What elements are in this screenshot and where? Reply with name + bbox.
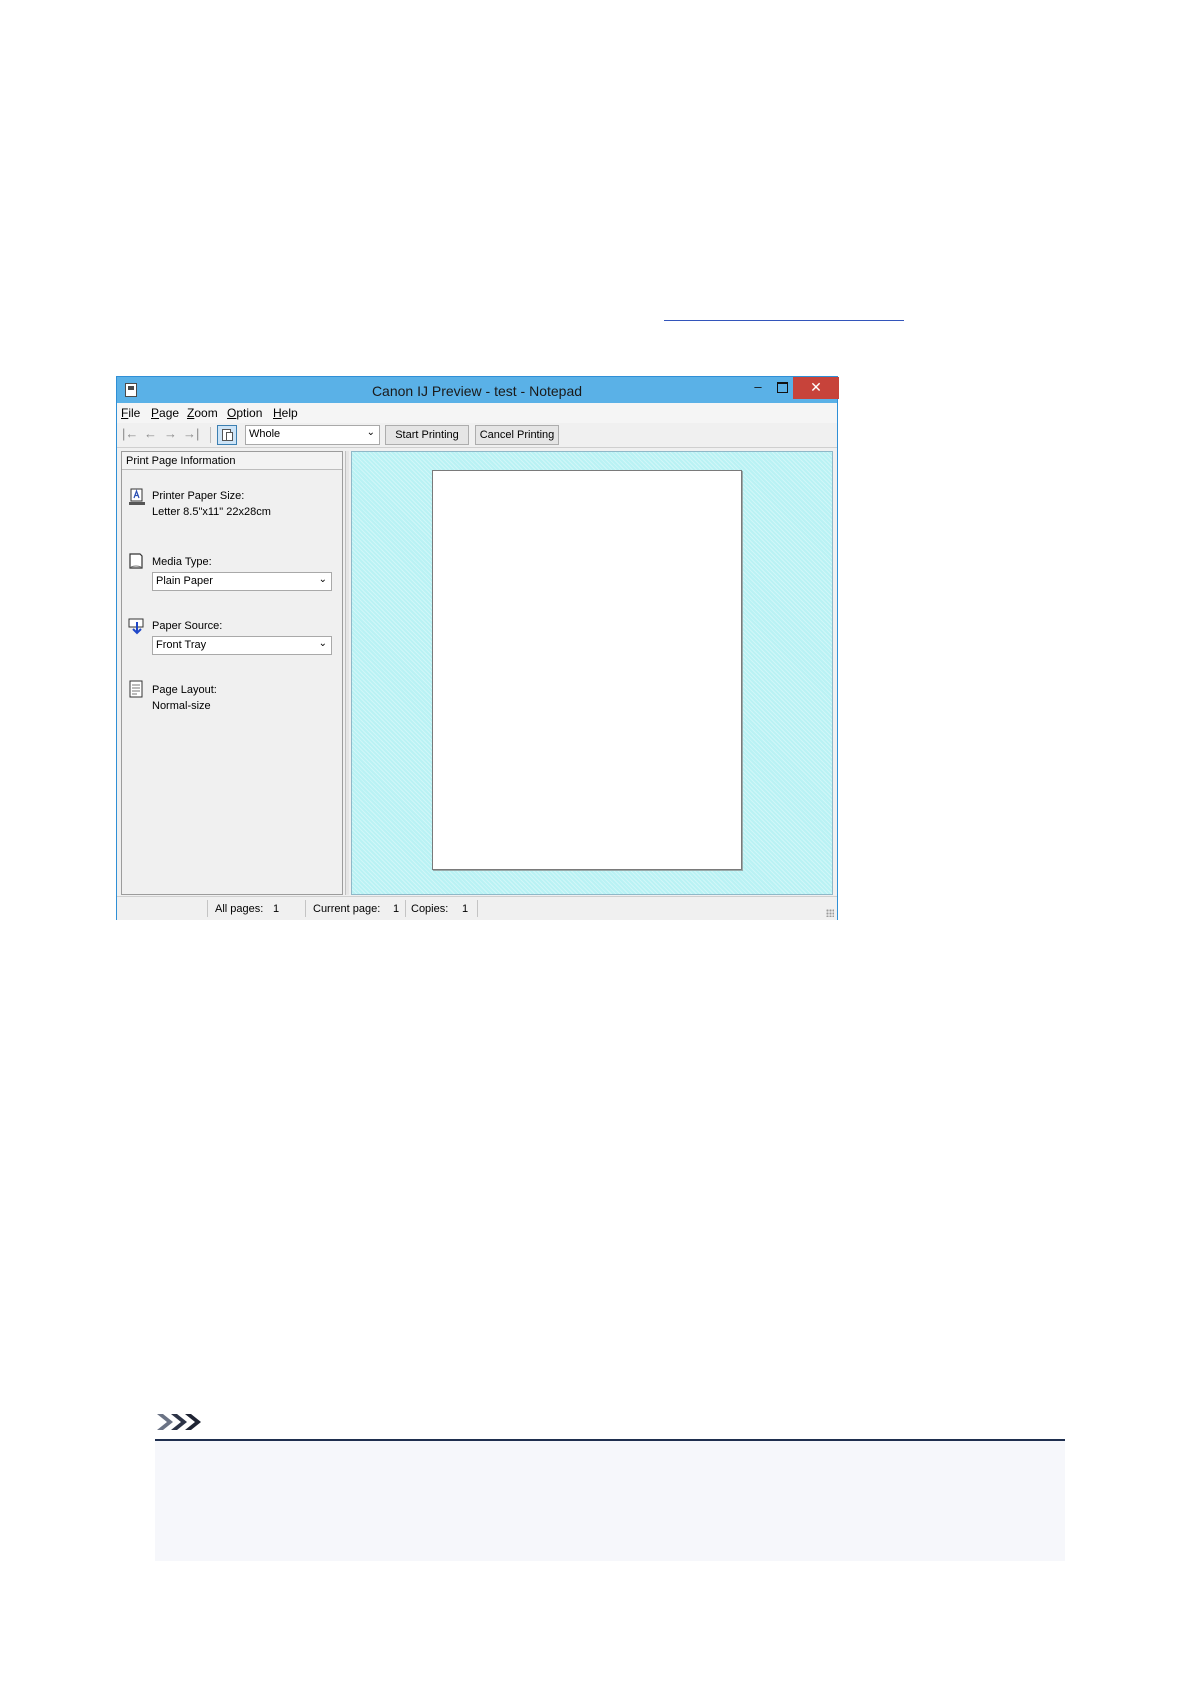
minimize-icon: – (754, 379, 762, 394)
window-title: Canon IJ Preview - test - Notepad (371, 383, 583, 399)
paper-source-label: Paper Source: (152, 620, 223, 632)
next-page-icon[interactable]: → (164, 426, 177, 442)
preview-window: Canon IJ Preview - test - Notepad – ✕ Fi… (116, 376, 839, 920)
note-box (155, 1441, 1065, 1561)
document-link[interactable] (664, 300, 904, 321)
paper-source-icon (128, 618, 144, 635)
media-type-icon (129, 553, 143, 569)
media-type-value: Plain Paper (156, 575, 213, 587)
first-page-icon[interactable]: |← (122, 426, 138, 442)
menu-bar: File Page Zoom Option Help (117, 403, 837, 423)
status-separator (477, 900, 478, 917)
zoom-select[interactable]: Whole ⌄ (245, 425, 380, 445)
print-page-information-panel: Print Page Information Printer Paper Siz… (121, 451, 343, 895)
chevron-down-icon: ⌄ (318, 574, 327, 585)
resize-grip-icon[interactable] (826, 909, 834, 917)
close-button[interactable]: ✕ (793, 377, 839, 399)
chevron-down-icon: ⌄ (318, 638, 327, 649)
toolbar-separator (210, 427, 211, 443)
preview-area[interactable] (351, 451, 833, 895)
media-type-select[interactable]: Plain Paper ⌄ (152, 572, 332, 591)
status-separator (207, 900, 208, 917)
page-layout-value: Normal-size (152, 700, 211, 712)
close-icon: ✕ (810, 379, 822, 395)
cancel-printing-button[interactable]: Cancel Printing (475, 425, 559, 445)
chevron-down-icon: ⌄ (366, 427, 375, 438)
menu-help[interactable]: Help (273, 406, 298, 420)
copies-value: 1 (462, 903, 469, 915)
all-pages-value: 1 (273, 903, 280, 915)
current-page-value: 1 (393, 903, 400, 915)
all-pages-label: All pages: (215, 903, 264, 915)
last-page-icon[interactable]: →| (183, 426, 199, 442)
status-separator (405, 900, 406, 917)
zoom-value: Whole (249, 428, 281, 440)
note-chevrons-icon (157, 1414, 201, 1430)
page-view-button[interactable] (217, 425, 237, 445)
page-icon (226, 432, 233, 441)
paper-size-label: Printer Paper Size: (152, 490, 245, 502)
menu-option[interactable]: Option (227, 406, 262, 420)
menu-file[interactable]: File (121, 406, 140, 420)
status-bar: All pages: 1 Current page: 1 Copies: 1 (117, 896, 837, 920)
copies-label: Copies: (411, 903, 449, 915)
title-bar[interactable]: Canon IJ Preview - test - Notepad – ✕ (117, 377, 839, 403)
menu-page[interactable]: Page (151, 406, 179, 420)
preview-page (432, 470, 742, 870)
page-layout-label: Page Layout: (152, 684, 217, 696)
panel-splitter[interactable] (345, 451, 349, 895)
paper-source-select[interactable]: Front Tray ⌄ (152, 636, 332, 655)
media-type-label: Media Type: (152, 556, 212, 568)
printer-paper-icon (129, 488, 145, 505)
page-layout-icon (129, 680, 143, 698)
maximize-icon (776, 382, 788, 394)
paper-source-value: Front Tray (156, 639, 207, 651)
current-page-label: Current page: (313, 903, 381, 915)
panel-header: Print Page Information (122, 452, 342, 470)
menu-zoom[interactable]: Zoom (187, 406, 218, 420)
paper-size-value: Letter 8.5"x11" 22x28cm (152, 506, 271, 518)
previous-page-icon[interactable]: ← (144, 426, 157, 442)
status-separator (305, 900, 306, 917)
toolbar: |← ← → →| Whole ⌄ Start Printing Cancel … (117, 423, 837, 448)
start-printing-button[interactable]: Start Printing (385, 425, 469, 445)
